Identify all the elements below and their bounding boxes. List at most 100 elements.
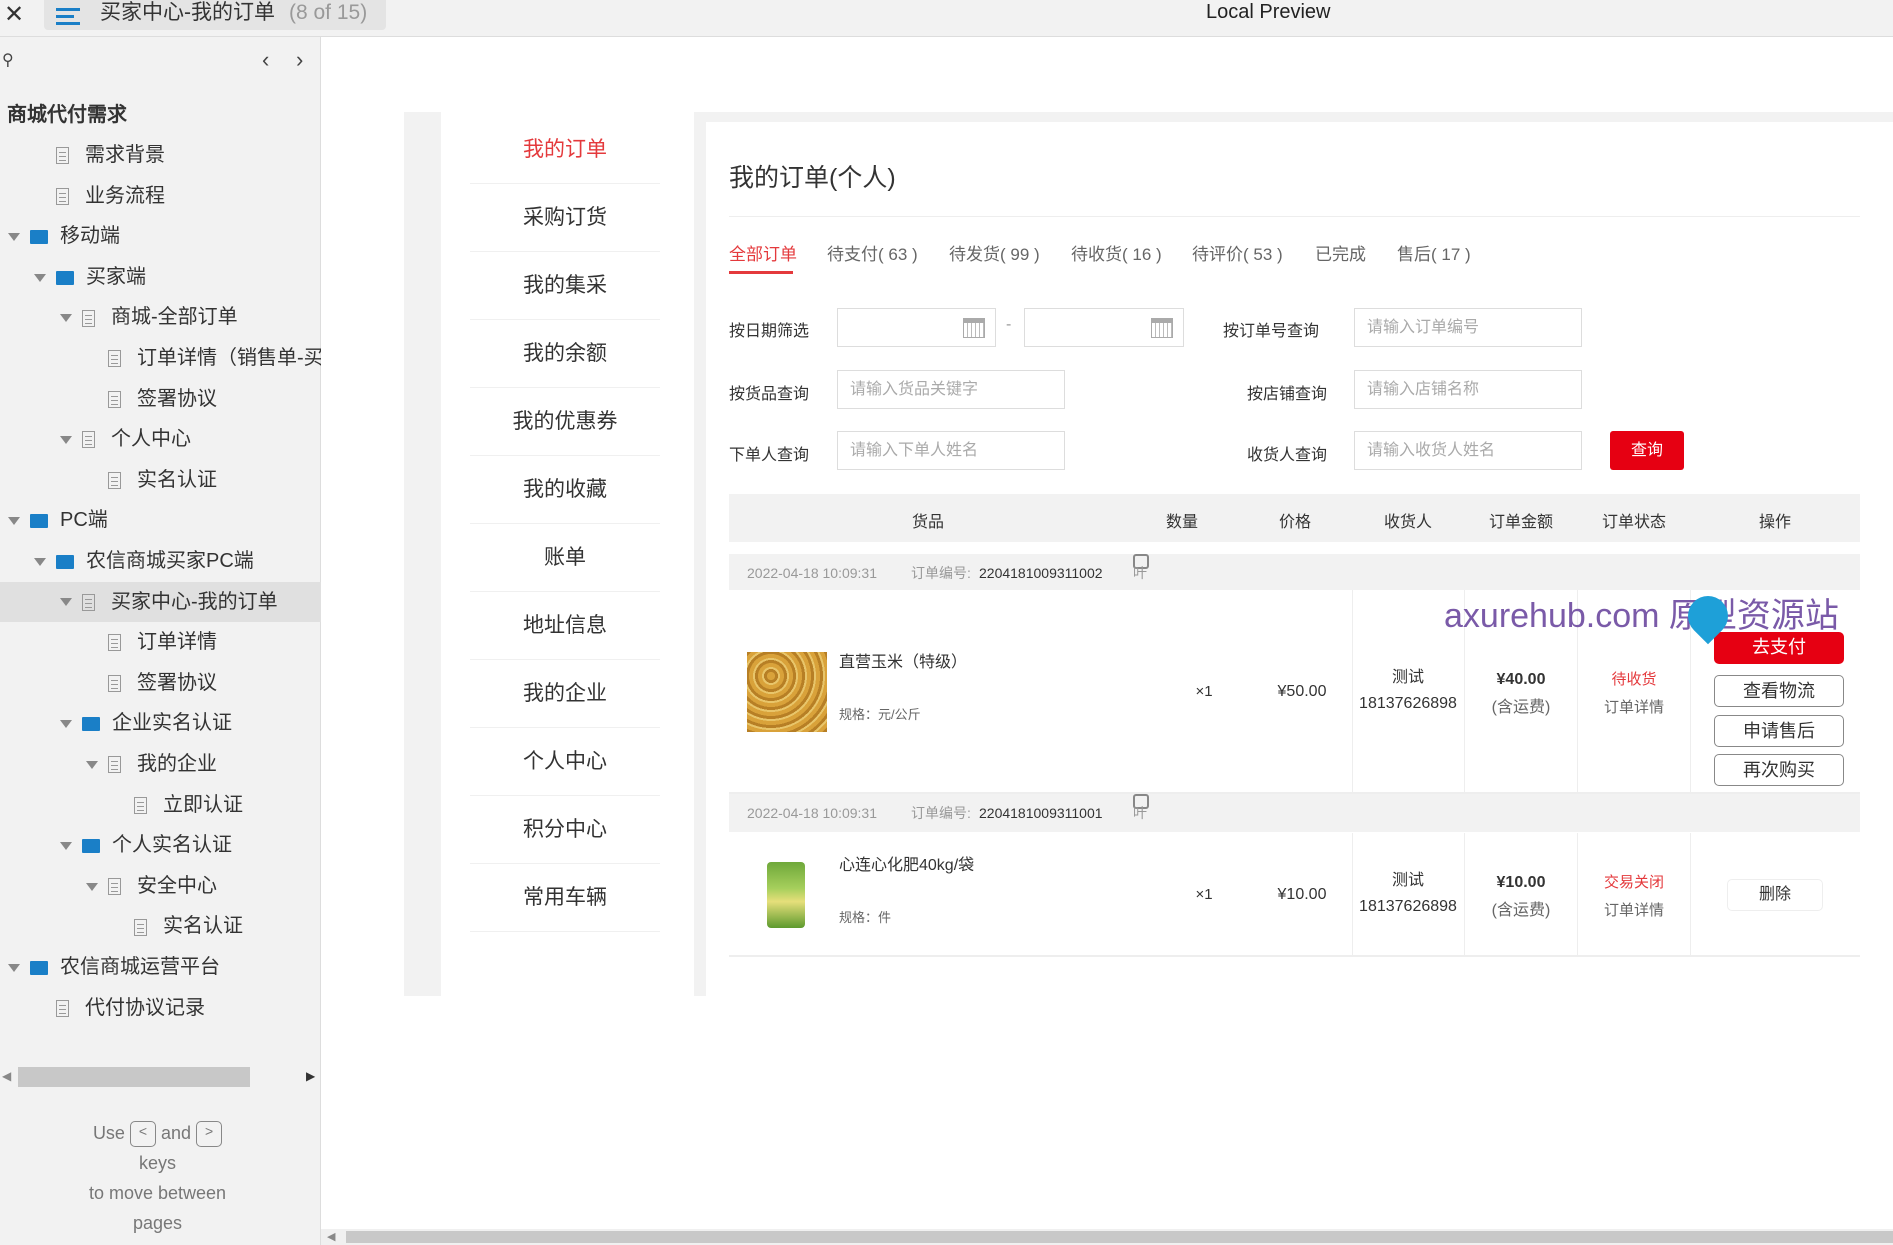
product-name[interactable]: 心连心化肥40kg/袋 (839, 851, 974, 875)
next-page-icon[interactable]: › (296, 47, 303, 73)
sidebar-item[interactable]: 个人实名认证 (0, 825, 321, 865)
order-detail-link[interactable]: 订单详情 (1604, 694, 1664, 722)
help-use: Use (92, 1123, 125, 1143)
sidebar-item-label: 立即认证 (163, 793, 243, 816)
expand-triangle-icon[interactable] (8, 232, 20, 241)
menu-strip (404, 112, 441, 996)
tab-order-filter[interactable]: 全部订单 (729, 240, 797, 265)
order-no-input[interactable]: 请输入订单编号 (1354, 308, 1582, 347)
scrollbar-thumb[interactable] (18, 1067, 250, 1087)
sidebar-item[interactable]: 安全中心 (0, 866, 321, 906)
key-prev-icon: < (129, 1121, 156, 1148)
key-next-icon: > (196, 1121, 223, 1148)
tab-order-filter[interactable]: 已完成 (1315, 240, 1366, 265)
menu-item[interactable]: 我的余额 (470, 320, 660, 388)
expand-triangle-icon[interactable] (34, 273, 46, 282)
sidebar-item[interactable]: 签署协议 (0, 663, 321, 703)
sidebar-item[interactable]: 需求背景 (0, 135, 321, 175)
action-button[interactable]: 再次购买 (1714, 754, 1844, 786)
sidebar-item[interactable]: 立即认证 (0, 785, 321, 825)
scroll-right-icon[interactable]: ▶ (306, 1069, 315, 1083)
app-title: Local Preview (1206, 1, 1331, 23)
expand-triangle-icon[interactable] (86, 882, 98, 891)
start-date-input[interactable] (837, 308, 996, 347)
order-time: 2022-04-18 10:09:31 (747, 805, 877, 821)
folder-icon (30, 229, 48, 244)
tab-order-filter[interactable]: 售后( 17 ) (1397, 240, 1471, 265)
order-detail-link[interactable]: 订单详情 (1604, 897, 1664, 925)
expand-triangle-icon[interactable] (34, 557, 46, 566)
column-header: 价格 (1278, 514, 1312, 531)
close-icon[interactable]: ✕ (4, 0, 24, 29)
tab-order-filter[interactable]: 待支付( 63 ) (827, 240, 918, 265)
expand-triangle-icon[interactable] (60, 435, 72, 444)
tab-order-filter[interactable]: 待发货( 99 ) (949, 240, 1040, 265)
sidebar-item[interactable]: 商城-全部订单 (0, 297, 321, 337)
sidebar-item[interactable]: 实名认证 (0, 460, 321, 500)
sidebar-item[interactable]: 移动端 (0, 216, 321, 256)
menu-icon[interactable] (56, 4, 80, 29)
prev-page-icon[interactable]: ‹ (262, 47, 269, 73)
sidebar-item[interactable]: 买家中心-我的订单 (0, 581, 321, 622)
tab-order-filter[interactable]: 待收货( 16 ) (1071, 240, 1162, 265)
end-date-input[interactable] (1024, 308, 1184, 347)
sidebar-item[interactable]: 买家端 (0, 257, 321, 297)
calendar-icon[interactable] (1151, 318, 1173, 338)
expand-triangle-icon[interactable] (60, 598, 72, 607)
product-image[interactable] (767, 862, 805, 928)
store-input[interactable]: 请输入店铺名称 (1354, 370, 1582, 409)
expand-triangle-icon[interactable] (60, 841, 72, 850)
sidebar-item[interactable]: 订单详情（销售单-买 (0, 338, 321, 378)
expand-triangle-icon[interactable] (8, 963, 20, 972)
menu-item[interactable]: 账单 (470, 524, 660, 592)
menu-item[interactable]: 常用车辆 (470, 864, 660, 932)
page-scrollbar[interactable]: ◀ (321, 1229, 1893, 1245)
menu-item[interactable]: 个人中心 (470, 728, 660, 796)
scrollbar-thumb[interactable] (346, 1231, 1893, 1243)
orders-title: 我的订单(个人) (729, 164, 896, 192)
sidebar-item-label: 我的企业 (137, 753, 217, 775)
sidebar-item[interactable]: 签署协议 (0, 379, 321, 419)
tab-order-filter[interactable]: 待评价( 53 ) (1192, 240, 1283, 265)
expand-triangle-icon[interactable] (60, 720, 72, 729)
menu-item[interactable]: 我的优惠券 (470, 388, 660, 456)
sidebar-scrollbar[interactable]: ◀ ▶ (0, 1067, 321, 1087)
order-no-label: 订单编号: (911, 565, 971, 581)
menu-item[interactable]: 我的订单 (470, 116, 660, 184)
sidebar-item[interactable]: 代付协议记录 (0, 988, 321, 1028)
search-icon[interactable]: ⚲ (2, 50, 14, 70)
scroll-left-icon[interactable]: ◀ (327, 1230, 335, 1243)
menu-item[interactable]: 我的集采 (470, 252, 660, 320)
sidebar-item-label: 签署协议 (137, 671, 217, 694)
menu-item[interactable]: 采购订货 (470, 184, 660, 252)
query-button[interactable]: 查询 (1610, 431, 1684, 470)
order-status: 待收货 (1611, 671, 1657, 688)
action-button[interactable]: 申请售后 (1714, 715, 1844, 747)
sidebar-item[interactable]: 农信商城买家PC端 (0, 541, 321, 581)
expand-triangle-icon[interactable] (86, 760, 98, 769)
calendar-icon[interactable] (963, 318, 985, 338)
buyer-input[interactable]: 请输入下单人姓名 (837, 431, 1065, 470)
sidebar-item[interactable]: 业务流程 (0, 176, 321, 216)
scroll-left-icon[interactable]: ◀ (2, 1069, 11, 1083)
product-name[interactable]: 直营玉米（特级） (839, 648, 967, 672)
menu-item[interactable]: 地址信息 (470, 592, 660, 660)
delete-button[interactable]: 删除 (1727, 879, 1823, 911)
product-image[interactable] (747, 652, 827, 732)
expand-triangle-icon[interactable] (60, 314, 72, 323)
project-title: 商城代付需求 (7, 104, 127, 126)
receiver-input[interactable]: 请输入收货人姓名 (1354, 431, 1582, 470)
sidebar-item[interactable]: 订单详情 (0, 622, 321, 662)
menu-item[interactable]: 积分中心 (470, 796, 660, 864)
expand-triangle-icon[interactable] (8, 517, 20, 526)
goods-input[interactable]: 请输入货品关键字 (837, 370, 1065, 409)
sidebar-item[interactable]: 个人中心 (0, 419, 321, 459)
sidebar-item[interactable]: 实名认证 (0, 906, 321, 946)
sidebar-item[interactable]: 我的企业 (0, 744, 321, 784)
sidebar-item[interactable]: 企业实名认证 (0, 703, 321, 743)
action-button[interactable]: 查看物流 (1714, 675, 1844, 707)
sidebar-item[interactable]: 农信商城运营平台 (0, 947, 321, 987)
sidebar-item[interactable]: PC端 (0, 500, 321, 540)
menu-item[interactable]: 我的收藏 (470, 456, 660, 524)
menu-item[interactable]: 我的企业 (470, 660, 660, 728)
